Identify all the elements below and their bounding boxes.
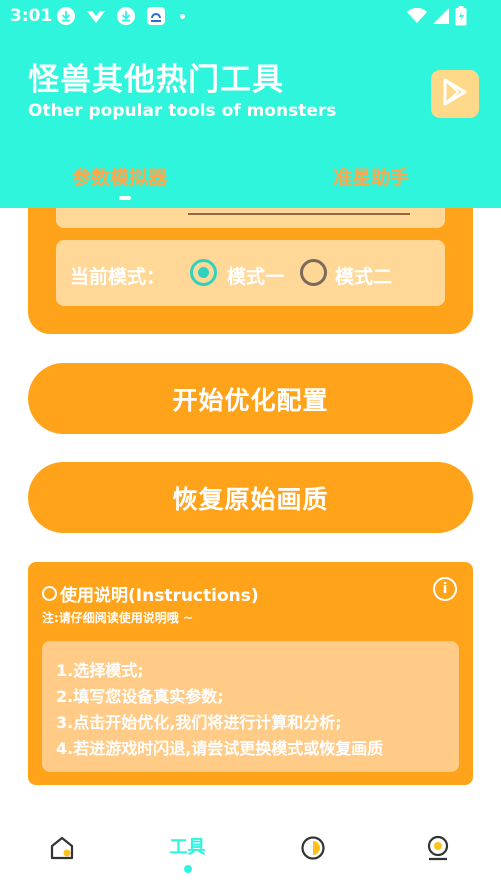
instructions-card: 使用说明(Instructions) i 注:请仔细阅读使用说明哦 ~ 1.选择…: [28, 562, 473, 785]
instructions-note: 注:请仔细阅读使用说明哦 ~: [42, 611, 194, 625]
tab-crosshair-assistant[interactable]: 准星助手: [333, 163, 409, 190]
signal-icon: [433, 8, 449, 28]
instruction-step: 4.若进游戏时闪退,请尝试更换模式或恢复画质: [56, 739, 384, 758]
notification-dot-icon: [180, 13, 185, 19]
instruction-step: 2.填写您设备真实参数;: [56, 687, 224, 706]
mode-selector: 当前模式： 模式一 模式二: [56, 240, 445, 306]
home-icon: [48, 834, 76, 866]
instruction-step: 3.点击开始优化,我们将进行计算和分析;: [56, 713, 342, 732]
restore-quality-button[interactable]: 恢复原始画质: [28, 462, 473, 533]
play-icon: [442, 78, 468, 110]
nav-home[interactable]: [47, 835, 77, 865]
nav-tools[interactable]: 工具: [160, 830, 215, 875]
start-optimize-button[interactable]: 开始优化配置: [28, 363, 473, 434]
wifi-icon: [407, 7, 427, 28]
active-nav-dot: [183, 864, 192, 873]
mode-one-radio[interactable]: [190, 259, 217, 286]
bottom-nav: 工具: [0, 810, 501, 891]
app-logo-icon: [86, 6, 106, 26]
mode-one-label[interactable]: 模式一: [227, 262, 284, 289]
nav-tools-label: 工具: [169, 836, 206, 858]
app-header: 3:01 怪兽其他热门工具 Other popular tools of mon…: [0, 0, 501, 208]
pie-chart-icon: [299, 834, 327, 866]
tab-parameter-simulator[interactable]: 参数模拟器: [72, 163, 167, 190]
page-subtitle: Other popular tools of monsters: [28, 101, 337, 121]
status-time: 3:01: [10, 6, 53, 26]
status-bar: 3:01: [0, 0, 501, 34]
download-icon: [116, 6, 136, 26]
mode-two-radio[interactable]: [300, 259, 327, 286]
instructions-steps: 1.选择模式; 2.填写您设备真实参数; 3.点击开始优化,我们将进行计算和分析…: [42, 641, 459, 772]
instructions-header: 使用说明(Instructions): [42, 581, 259, 606]
mode-label: 当前模式：: [70, 266, 166, 288]
app-badge-icon: [146, 6, 166, 26]
battery-icon: [455, 6, 467, 30]
instructions-title: 使用说明(Instructions): [60, 586, 259, 606]
mode-two-label[interactable]: 模式二: [335, 262, 392, 289]
nav-profile[interactable]: [423, 835, 453, 865]
circle-icon: [42, 586, 57, 601]
download-icon: [56, 6, 76, 26]
active-tab-indicator: [119, 196, 131, 200]
nav-stats[interactable]: [298, 835, 328, 865]
play-store-button[interactable]: [431, 70, 479, 118]
info-icon[interactable]: i: [433, 577, 457, 601]
input-underline: [188, 213, 410, 215]
page-title: 怪兽其他热门工具: [28, 62, 284, 98]
profile-icon: [424, 834, 452, 866]
instruction-step: 1.选择模式;: [56, 661, 144, 680]
